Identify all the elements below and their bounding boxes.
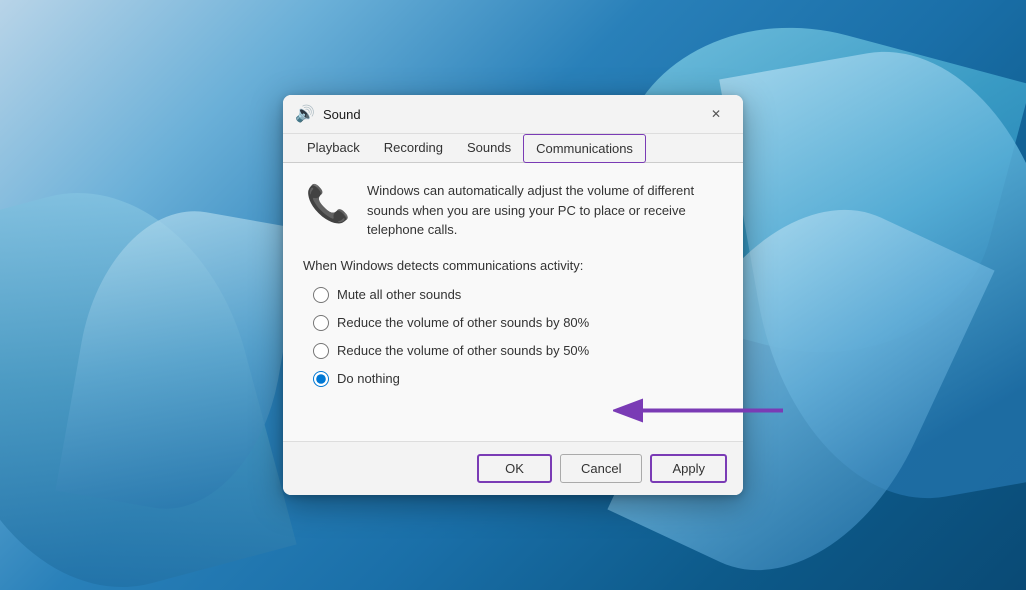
header-description: Windows can automatically adjust the vol… xyxy=(367,179,723,240)
label-reduce-50: Reduce the volume of other sounds by 50% xyxy=(337,343,589,358)
header-section: 📞 Windows can automatically adjust the v… xyxy=(303,179,723,240)
radio-do-nothing[interactable] xyxy=(313,371,329,387)
radio-group: Mute all other sounds Reduce the volume … xyxy=(313,287,723,387)
dialog-icon: 🔊 xyxy=(295,104,315,124)
tab-communications[interactable]: Communications xyxy=(523,134,646,163)
radio-mute-all[interactable] xyxy=(313,287,329,303)
option-mute-all[interactable]: Mute all other sounds xyxy=(313,287,723,303)
dialog-overlay: 🔊 Sound ✕ Playback Recording Sounds Comm… xyxy=(0,0,1026,590)
dialog-footer: OK Cancel Apply xyxy=(283,441,743,495)
arrow-annotation xyxy=(613,380,793,440)
option-reduce-50[interactable]: Reduce the volume of other sounds by 50% xyxy=(313,343,723,359)
radio-reduce-80[interactable] xyxy=(313,315,329,331)
title-bar: 🔊 Sound ✕ xyxy=(283,95,743,134)
option-reduce-80[interactable]: Reduce the volume of other sounds by 80% xyxy=(313,315,723,331)
tab-recording[interactable]: Recording xyxy=(372,134,455,163)
communications-prompt: When Windows detects communications acti… xyxy=(303,258,723,273)
label-do-nothing: Do nothing xyxy=(337,371,400,386)
close-button[interactable]: ✕ xyxy=(701,103,731,125)
sound-dialog: 🔊 Sound ✕ Playback Recording Sounds Comm… xyxy=(283,95,743,495)
radio-reduce-50[interactable] xyxy=(313,343,329,359)
tab-playback[interactable]: Playback xyxy=(295,134,372,163)
dialog-content: 📞 Windows can automatically adjust the v… xyxy=(283,163,743,441)
phone-icon: 📞 xyxy=(303,179,353,229)
tab-sounds[interactable]: Sounds xyxy=(455,134,523,163)
tab-bar: Playback Recording Sounds Communications xyxy=(283,134,743,163)
cancel-button[interactable]: Cancel xyxy=(560,454,642,483)
ok-button[interactable]: OK xyxy=(477,454,552,483)
label-reduce-80: Reduce the volume of other sounds by 80% xyxy=(337,315,589,330)
label-mute-all: Mute all other sounds xyxy=(337,287,461,302)
apply-button[interactable]: Apply xyxy=(650,454,727,483)
dialog-title: Sound xyxy=(323,107,701,122)
